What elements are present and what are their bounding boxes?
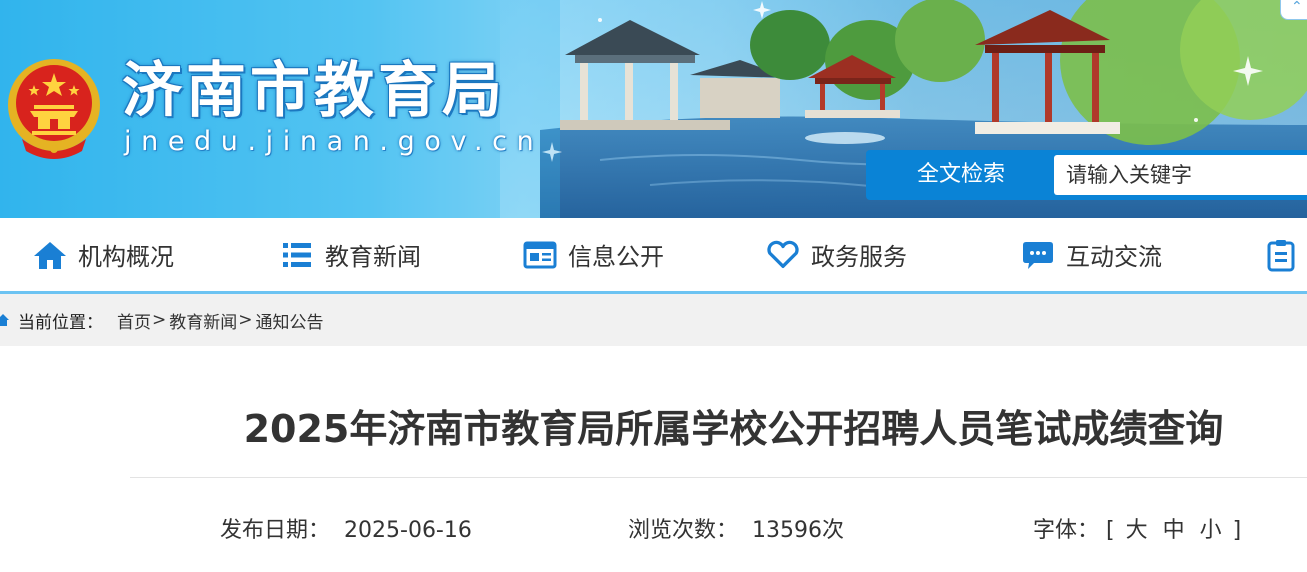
nav-item-interaction[interactable]: 互动交流 — [1021, 218, 1162, 291]
nav-item-label: 信息公开 — [568, 243, 664, 271]
clipboard-icon — [1264, 238, 1298, 272]
newspaper-icon — [523, 238, 557, 272]
chat-bubble-icon — [1021, 238, 1055, 272]
view-count-label: 浏览次数： — [628, 518, 739, 543]
font-size-medium-button[interactable]: 中 — [1163, 514, 1185, 548]
nav-item-more[interactable] — [1264, 218, 1307, 291]
nav-item-label: 教育新闻 — [325, 243, 421, 271]
home-icon — [33, 238, 67, 272]
nav-item-label: 机构概况 — [78, 243, 174, 271]
location-home-icon — [0, 314, 9, 326]
article-title: 2025年济南市教育局所属学校公开招聘人员笔试成绩查询 — [243, 407, 1224, 451]
breadcrumb: 当前位置： 首页 > 教育新闻 > 通知公告 — [0, 294, 324, 346]
nav-item-info-disclosure[interactable]: 信息公开 — [523, 218, 664, 291]
breadcrumb-current-label: 当前位置： — [18, 312, 103, 333]
breadcrumb-separator: > — [152, 310, 167, 330]
nav-item-label: 互动交流 — [1066, 243, 1162, 271]
nav-item-about[interactable]: 机构概况 — [33, 218, 174, 291]
nav-item-label: 政务服务 — [811, 243, 907, 271]
view-count: 浏览次数： 13596次 — [628, 514, 844, 548]
chevron-up-icon: ⌃ — [1291, 0, 1303, 15]
view-count-value: 13596次 — [752, 518, 845, 543]
breadcrumb-link-home[interactable]: 首页 — [117, 308, 151, 333]
font-size-control: 字体： [ 大 中 小 ] — [1033, 514, 1241, 548]
breadcrumb-link-news[interactable]: 教育新闻 — [169, 308, 237, 333]
font-size-label: 字体： — [1033, 518, 1100, 543]
font-size-small-button[interactable]: 小 — [1200, 514, 1222, 548]
font-bracket-close: ] — [1232, 518, 1242, 543]
breadcrumb-separator: > — [238, 310, 253, 330]
search-button[interactable]: 全文检索 — [868, 150, 1054, 200]
scroll-top-button[interactable]: ⌃ — [1280, 0, 1307, 20]
publish-date: 发布日期： 2025-06-16 — [220, 514, 472, 548]
nav-item-gov-services[interactable]: 政务服务 — [766, 218, 907, 291]
search-input[interactable] — [1054, 155, 1307, 195]
nav-item-news[interactable]: 教育新闻 — [280, 218, 421, 291]
publish-date-value: 2025-06-16 — [344, 518, 472, 543]
publish-date-label: 发布日期： — [220, 518, 331, 543]
list-icon — [280, 238, 314, 272]
site-title: 济南市教育局 — [122, 56, 506, 126]
site-url: jnedu.jinan.gov.cn — [124, 126, 544, 157]
font-bracket-open: [ — [1106, 518, 1115, 543]
heart-icon — [766, 238, 800, 272]
breadcrumb-link-notices[interactable]: 通知公告 — [256, 308, 324, 333]
national-emblem-logo — [8, 59, 100, 159]
font-size-large-button[interactable]: 大 — [1126, 514, 1148, 548]
header-banner: 济南市教育局 jnedu.jinan.gov.cn ⌃ 全文检索 — [0, 0, 1307, 218]
title-divider — [130, 477, 1307, 478]
